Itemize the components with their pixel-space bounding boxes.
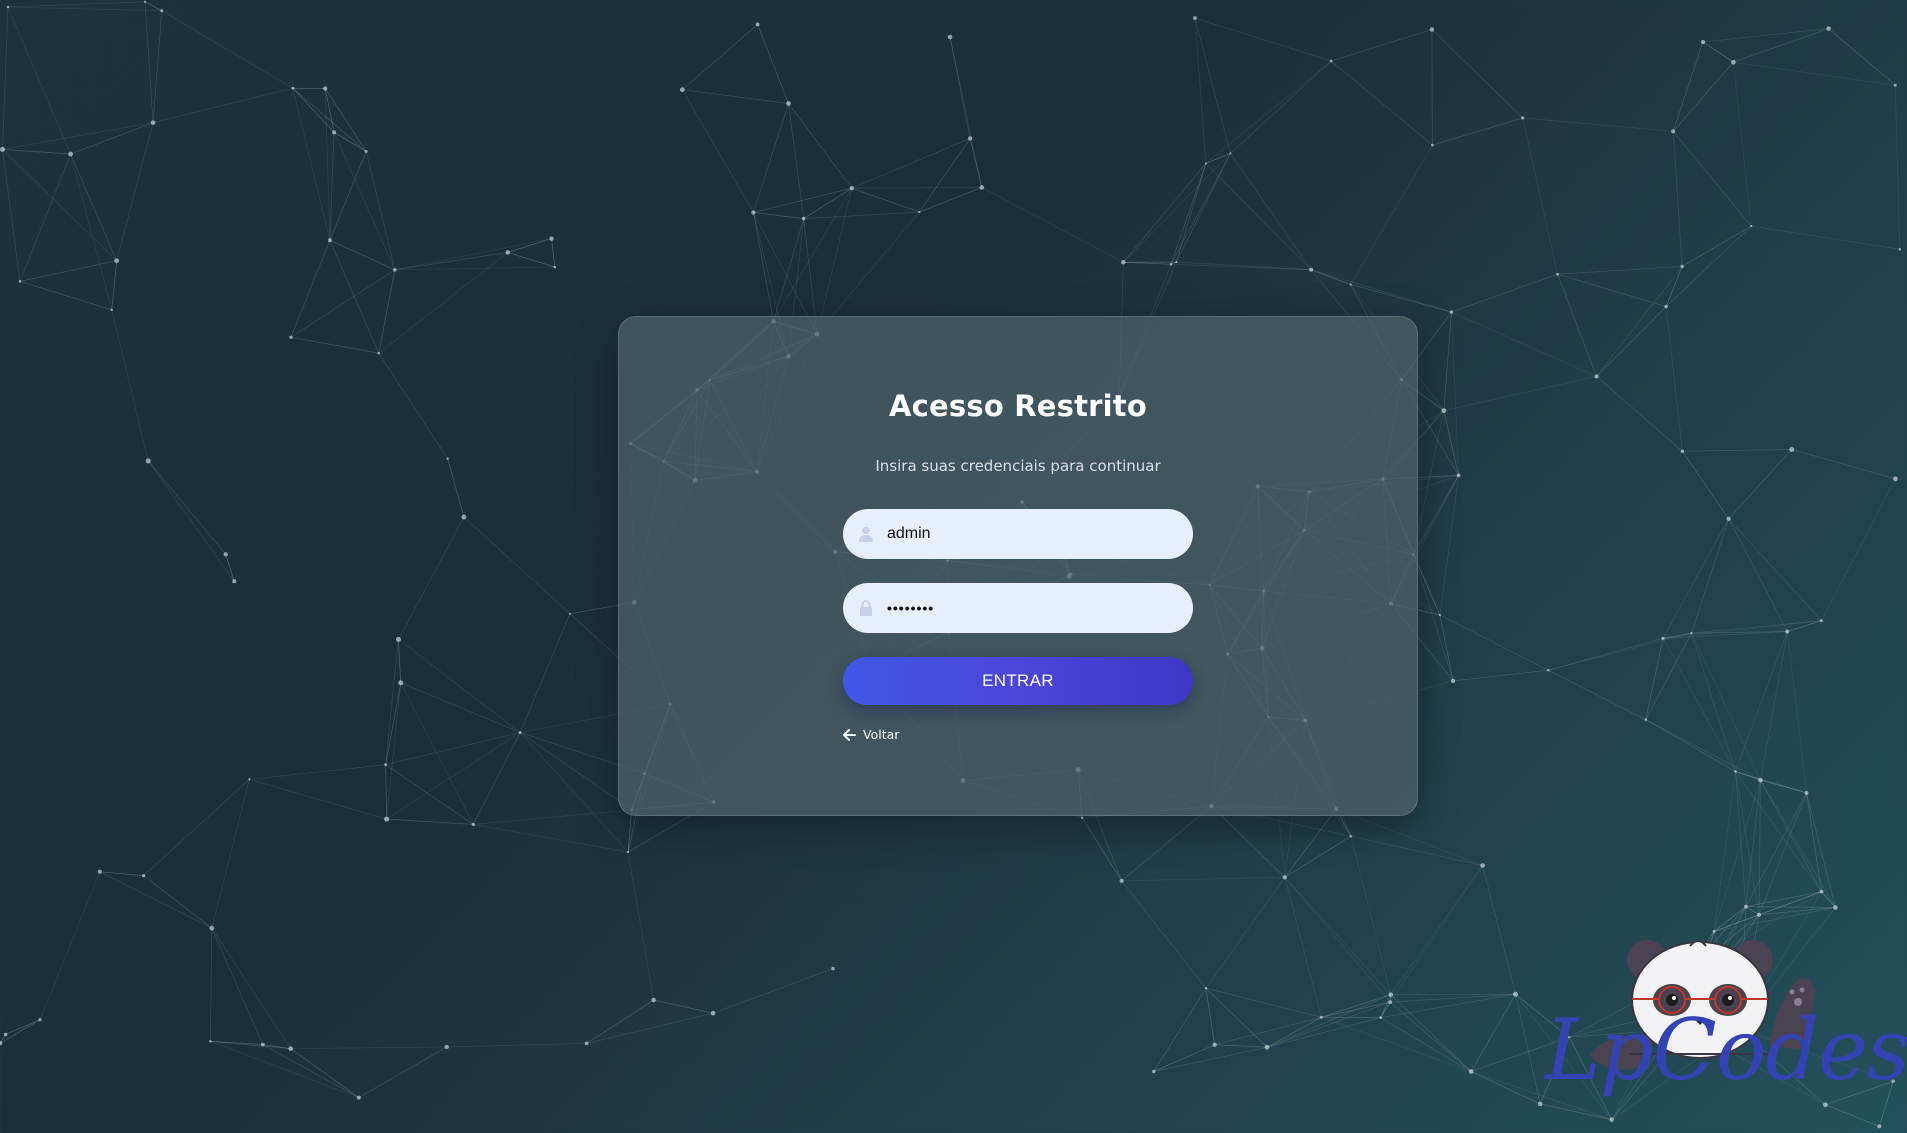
login-title: Acesso Restrito bbox=[889, 389, 1147, 423]
password-field[interactable]: •••••••• bbox=[843, 583, 1193, 633]
back-link-label: Voltar bbox=[863, 727, 900, 742]
password-value: •••••••• bbox=[887, 600, 935, 616]
username-value: admin bbox=[887, 525, 931, 542]
login-submit-button[interactable]: ENTRAR bbox=[843, 657, 1193, 705]
login-card: Acesso Restrito Insira suas credenciais … bbox=[618, 316, 1418, 816]
lock-icon bbox=[857, 599, 875, 617]
back-link[interactable]: Voltar bbox=[843, 727, 899, 742]
brand-logo-text: LpCodes bbox=[1545, 1001, 1907, 1099]
username-field[interactable]: admin bbox=[843, 509, 1193, 559]
arrow-left-icon bbox=[843, 728, 856, 741]
login-subtitle: Insira suas credenciais para continuar bbox=[875, 457, 1161, 475]
user-icon bbox=[857, 525, 875, 543]
